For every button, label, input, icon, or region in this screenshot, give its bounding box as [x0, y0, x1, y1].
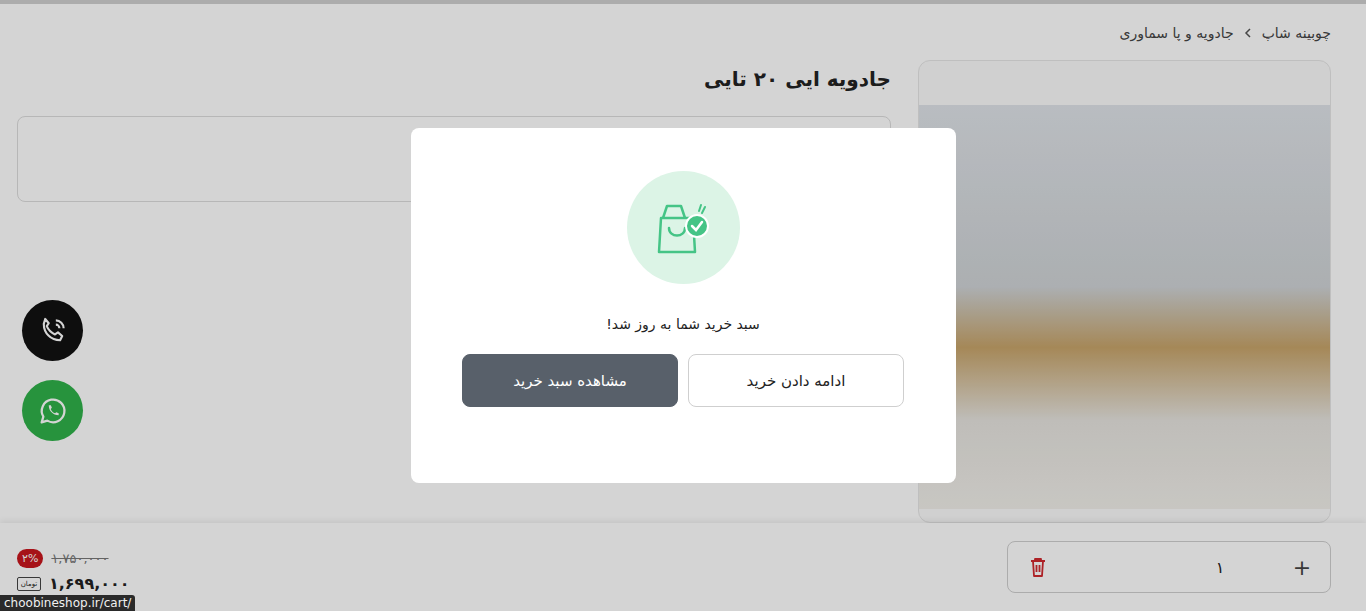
modal-button[interactable]: ادامه دادن خرید	[688, 354, 904, 407]
shopping-bag-check-icon	[651, 196, 715, 260]
status-url: choobineshop.ir/cart/	[0, 595, 135, 611]
modal-button[interactable]: مشاهده سبد خرید	[462, 354, 678, 407]
product-page: چوبینه شاپجادویه و پا سماوریجادویه ایی ۲…	[0, 0, 1366, 611]
modal-overlay[interactable]: سبد خرید شما به روز شد! ادامه دادن خریدمش…	[0, 0, 1366, 611]
modal-buttons: ادامه دادن خریدمشاهده سبد خرید	[462, 354, 904, 407]
cart-updated-modal: سبد خرید شما به روز شد! ادامه دادن خریدمش…	[411, 128, 956, 483]
cart-success-icon-circle	[627, 171, 740, 284]
modal-message: سبد خرید شما به روز شد!	[606, 314, 760, 334]
